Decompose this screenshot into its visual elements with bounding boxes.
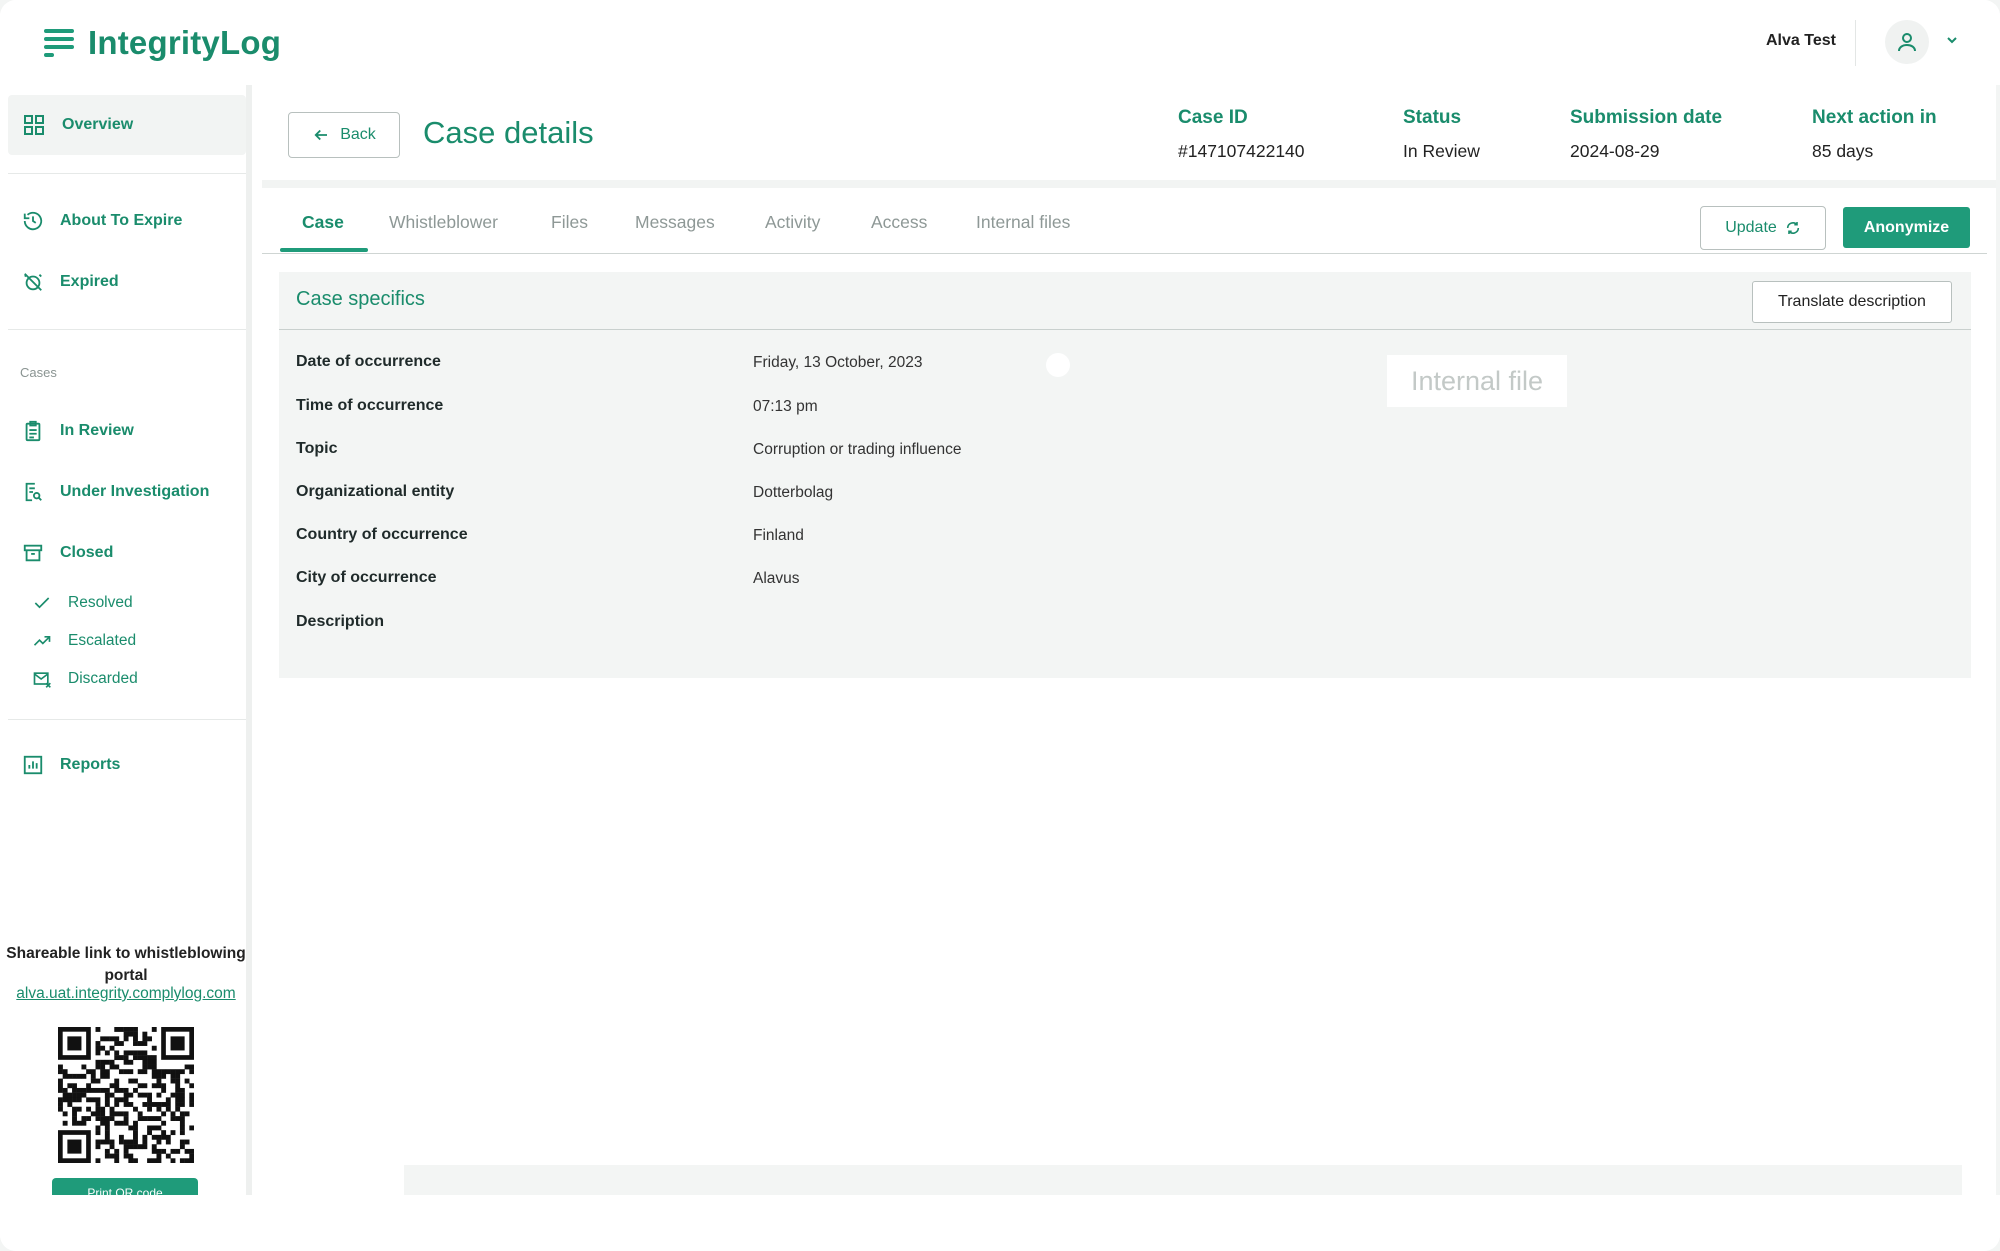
logo-icon bbox=[44, 27, 76, 59]
case-id-label: Case ID bbox=[1178, 107, 1248, 128]
refresh-icon bbox=[1786, 222, 1799, 234]
sidebar-divider bbox=[8, 719, 246, 720]
sidebar-item-closed[interactable]: Closed bbox=[8, 523, 246, 583]
internal-file-watermark: Internal file bbox=[1387, 355, 1567, 407]
anonymize-button[interactable]: Anonymize bbox=[1843, 207, 1970, 248]
user-icon[interactable] bbox=[1885, 20, 1929, 64]
clipboard-icon bbox=[25, 420, 41, 442]
arrow-left-icon bbox=[314, 129, 328, 141]
sidebar-item-label: Overview bbox=[62, 116, 134, 133]
field-label: Topic bbox=[296, 440, 338, 457]
section-label-cases: Cases bbox=[20, 365, 57, 380]
tab-internal-files[interactable]: Internal files bbox=[976, 212, 1070, 233]
tab-messages[interactable]: Messages bbox=[635, 212, 715, 233]
next-action-field: Next action in 85 days bbox=[1812, 107, 1937, 162]
sidebar-item-label: Discarded bbox=[68, 670, 138, 687]
next-action-value: 85 days bbox=[1812, 141, 1874, 161]
history-icon bbox=[23, 211, 43, 231]
page-title: Case details bbox=[423, 115, 594, 150]
submission-date-field: Submission date 2024-08-29 bbox=[1570, 107, 1722, 162]
case-specifics-header bbox=[279, 272, 1971, 330]
sidebar-item-escalated[interactable]: Escalated bbox=[32, 626, 136, 656]
sidebar-item-expired[interactable]: Expired bbox=[8, 252, 246, 312]
status-value: In Review bbox=[1403, 141, 1480, 161]
submission-date-label: Submission date bbox=[1570, 107, 1723, 128]
update-label: Update bbox=[1725, 219, 1777, 236]
field-label: Date of occurrence bbox=[296, 353, 441, 370]
update-button[interactable]: Update bbox=[1700, 206, 1826, 250]
share-text: Shareable link to whistleblowing portal bbox=[6, 945, 246, 984]
qr-code bbox=[58, 1027, 195, 1164]
sidebar-item-resolved[interactable]: Resolved bbox=[32, 588, 133, 618]
field-label: Organizational entity bbox=[296, 483, 455, 500]
search-document-icon bbox=[25, 482, 42, 502]
case-id-value: #147107422140 bbox=[1178, 141, 1305, 161]
case-id-field: Case ID #147107422140 bbox=[1178, 107, 1305, 162]
chevron-down-icon[interactable] bbox=[1944, 32, 1960, 48]
tab-whistleblower[interactable]: Whistleblower bbox=[389, 212, 498, 233]
field-value: 07:13 pm bbox=[753, 398, 818, 415]
alarm-off-icon bbox=[24, 273, 42, 291]
sidebar-item-about-to-expire[interactable]: About To Expire bbox=[8, 191, 246, 251]
sidebar-divider bbox=[8, 173, 246, 174]
mail-x-icon bbox=[33, 672, 51, 688]
tab-files[interactable]: Files bbox=[551, 212, 588, 233]
field-value: Corruption or trading influence bbox=[753, 441, 962, 458]
field-label: Description bbox=[296, 613, 385, 630]
case-specifics-title: Case specifics bbox=[296, 288, 425, 310]
sidebar-item-label: About To Expire bbox=[60, 212, 183, 229]
field-value: Friday, 13 October, 2023 bbox=[753, 354, 923, 371]
tab-activity[interactable]: Activity bbox=[765, 212, 820, 233]
header-divider bbox=[1855, 20, 1856, 66]
back-label: Back bbox=[340, 126, 376, 143]
field-label: Time of occurrence bbox=[296, 397, 444, 414]
top-bar: IntegrityLog Alva Test bbox=[0, 0, 2000, 85]
sidebar-item-label: Closed bbox=[60, 544, 114, 561]
trending-up-icon bbox=[33, 636, 51, 646]
sidebar-item-label: Under Investigation bbox=[60, 483, 210, 500]
sidebar-item-label: Expired bbox=[60, 273, 119, 290]
scrollbar-track bbox=[1996, 85, 2000, 1195]
sidebar-item-in-review[interactable]: In Review bbox=[8, 401, 246, 461]
case-specifics-panel bbox=[279, 272, 1971, 678]
sidebar-item-label: Resolved bbox=[68, 594, 133, 611]
sidebar-divider bbox=[8, 329, 246, 330]
field-label: City of occurrence bbox=[296, 569, 437, 586]
next-action-label: Next action in bbox=[1812, 107, 1937, 128]
loading-dot bbox=[1046, 353, 1070, 377]
submission-date-value: 2024-08-29 bbox=[1570, 141, 1660, 161]
sidebar-item-label: Escalated bbox=[68, 632, 137, 649]
archive-icon bbox=[23, 544, 43, 562]
check-icon bbox=[34, 597, 50, 609]
status-field: Status In Review bbox=[1403, 107, 1480, 162]
app-window: IntegrityLog Alva Test Overview About To… bbox=[0, 0, 2000, 1251]
sidebar-item-discarded[interactable]: Discarded bbox=[32, 664, 138, 694]
dashboard-icon bbox=[24, 115, 44, 135]
sidebar-item-label: In Review bbox=[60, 422, 134, 439]
bar-chart-icon bbox=[23, 755, 43, 775]
back-button[interactable]: Back bbox=[288, 112, 400, 158]
sidebar-item-overview[interactable]: Overview bbox=[8, 95, 246, 155]
active-tab-indicator bbox=[280, 248, 368, 252]
tab-access[interactable]: Access bbox=[871, 212, 927, 233]
user-name[interactable]: Alva Test bbox=[1766, 32, 1836, 50]
field-value: Finland bbox=[753, 527, 804, 544]
sidebar-item-under-investigation[interactable]: Under Investigation bbox=[8, 462, 246, 522]
window-bottom bbox=[0, 1195, 2000, 1251]
field-value: Dotterbolag bbox=[753, 484, 834, 501]
sidebar-item-reports[interactable]: Reports bbox=[8, 735, 246, 795]
sidebar-item-label: Reports bbox=[60, 756, 121, 773]
field-label: Country of occurrence bbox=[296, 526, 468, 543]
app-name: IntegrityLog bbox=[88, 24, 282, 61]
logo[interactable]: IntegrityLog bbox=[44, 24, 281, 62]
share-link[interactable]: alva.uat.integrity.complylog.com bbox=[6, 985, 246, 1003]
field-value: Alavus bbox=[753, 570, 800, 587]
status-label: Status bbox=[1403, 107, 1462, 128]
translate-description-button[interactable]: Translate description bbox=[1752, 281, 1952, 323]
tab-case[interactable]: Case bbox=[302, 212, 344, 233]
sidebar: Overview About To Expire Expired Cases I… bbox=[0, 85, 252, 1198]
